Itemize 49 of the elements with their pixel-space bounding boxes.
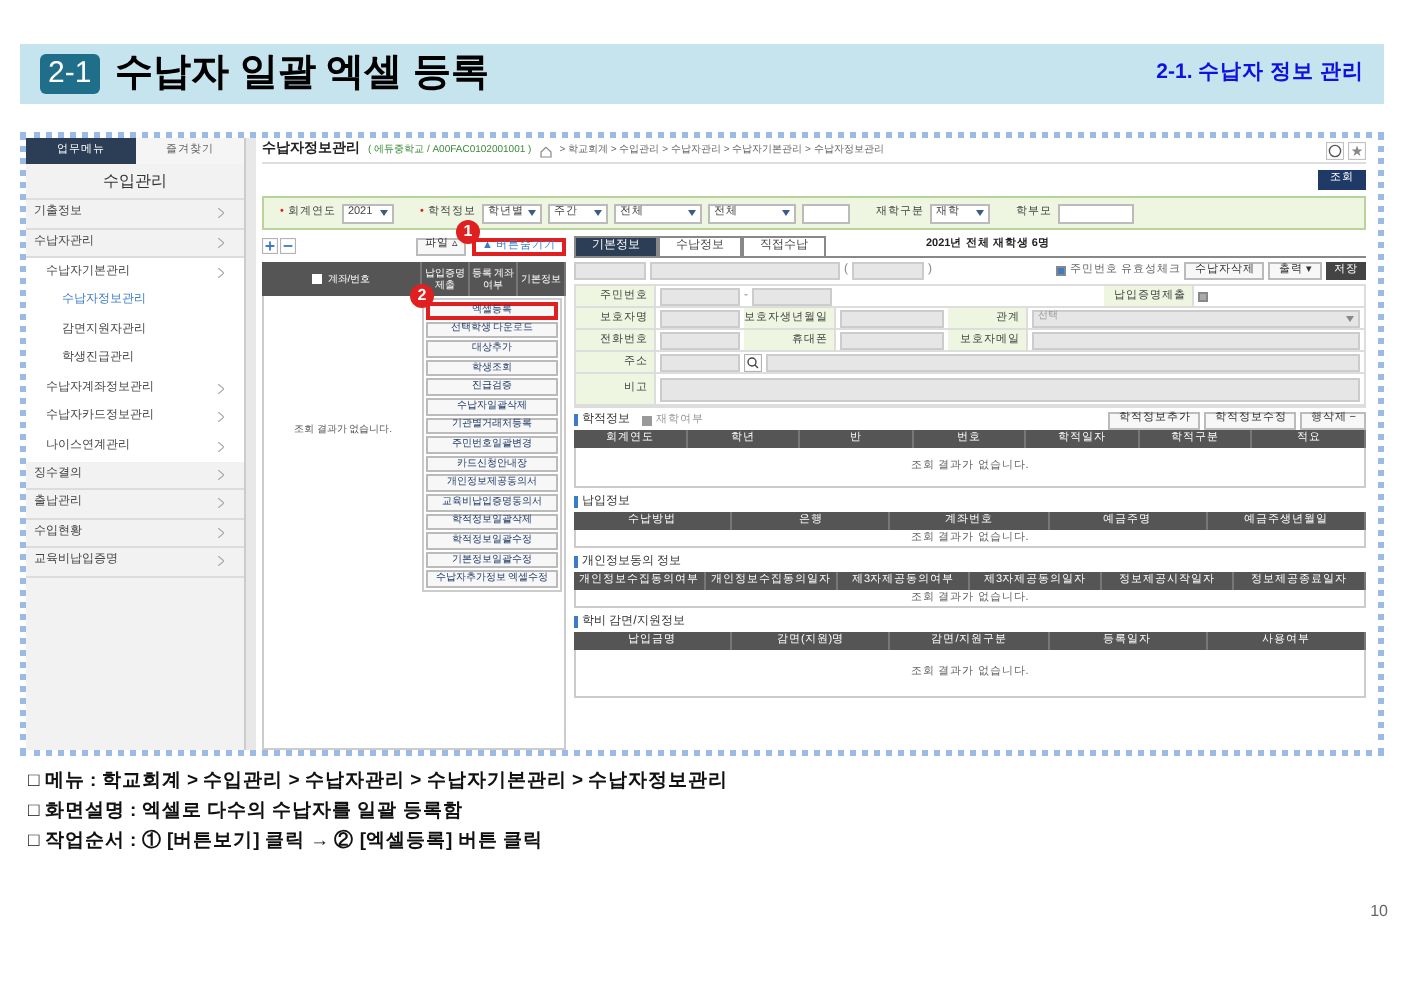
chevron-icon <box>218 237 224 248</box>
input-field[interactable] <box>574 262 646 280</box>
input-field[interactable] <box>852 262 924 280</box>
input-field[interactable] <box>766 353 1360 371</box>
input-field[interactable] <box>660 353 740 371</box>
chevron-icon <box>218 383 224 394</box>
checkbox[interactable] <box>311 274 322 284</box>
add-icon[interactable] <box>262 238 278 254</box>
input-field[interactable] <box>1057 203 1134 223</box>
chevron-icon <box>218 412 224 423</box>
help-icon[interactable] <box>1326 142 1344 160</box>
search-icon[interactable] <box>744 353 762 371</box>
input-field[interactable] <box>660 377 1360 401</box>
chevron-icon <box>218 527 224 538</box>
chevron-icon <box>218 556 224 567</box>
checkbox[interactable] <box>1198 291 1208 301</box>
caret-icon <box>781 210 790 216</box>
legend-swatch <box>642 415 652 425</box>
remove-icon[interactable] <box>280 238 296 254</box>
home-icon <box>539 145 552 157</box>
note-text: □ 화면설명 : 엑셀로 다수의 수납자를 일괄 등록함 <box>28 798 465 826</box>
page-number: 10 <box>1370 900 1388 924</box>
caret-icon <box>687 210 696 216</box>
input-field[interactable] <box>801 203 850 223</box>
chapter-badge: 2-1 <box>40 54 100 94</box>
input-field[interactable] <box>650 262 840 280</box>
chevron-icon <box>218 498 224 509</box>
section-name: 2-1. 수납자 정보 관리 <box>1156 58 1364 89</box>
chevron-icon <box>218 208 224 219</box>
input-field[interactable] <box>660 331 740 349</box>
caret-icon <box>379 210 388 216</box>
caret-icon <box>527 210 536 216</box>
caret-icon <box>593 210 602 216</box>
input-field[interactable] <box>840 331 944 349</box>
input-field[interactable] <box>660 309 740 327</box>
input-field[interactable] <box>752 287 832 305</box>
chevron-icon <box>218 469 224 480</box>
input-field[interactable] <box>1032 331 1360 349</box>
page-title: 수납자 일괄 엑셀 등록 <box>115 49 490 98</box>
caret-icon <box>975 210 984 216</box>
caret-icon <box>1346 315 1354 321</box>
chevron-icon <box>218 267 224 278</box>
input-field[interactable] <box>840 309 944 327</box>
checkbox[interactable] <box>1055 266 1066 276</box>
star-icon[interactable] <box>1348 142 1366 160</box>
input-field[interactable] <box>660 287 740 305</box>
chevron-icon <box>218 441 224 452</box>
note-text: □ 메뉴 : 학교회계 > 수입관리 > 수납자관리 > 수납자기본관리 > 수납자정보관리 <box>28 768 731 796</box>
note-text: □ 작업순서 : ① [버튼보기] 클릭 → ② [엑셀등록] 버튼 클릭 <box>28 828 545 856</box>
